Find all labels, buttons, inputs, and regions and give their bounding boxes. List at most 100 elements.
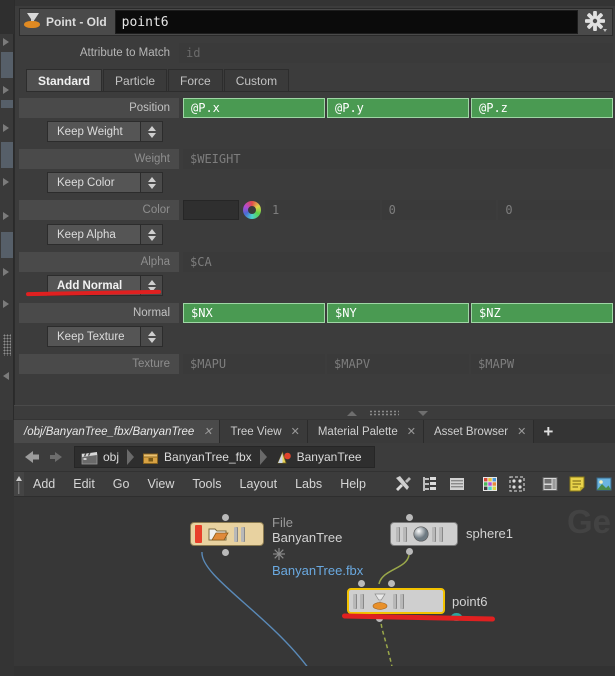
node-display-flag[interactable] [195,525,202,543]
arrow-right-icon[interactable] [44,447,68,467]
left-shelf-rail[interactable] [0,0,14,420]
node-output-dot[interactable] [406,548,413,555]
menu-view[interactable]: View [138,471,183,497]
node-body[interactable] [390,522,458,546]
hierarchy-icon[interactable] [421,475,439,493]
splitter-expand-down-icon[interactable] [418,411,428,416]
keep-texture-label: Keep Texture [47,326,141,347]
texture-u-input[interactable]: $MAPU [183,354,325,374]
rail-item-1[interactable] [1,52,13,78]
menu-layout[interactable]: Layout [231,471,287,497]
menu-edit[interactable]: Edit [64,471,104,497]
node-body-selected[interactable] [347,588,445,614]
new-pane-tab-button[interactable]: + [534,420,562,443]
position-z-input[interactable]: @P.z [471,98,613,118]
menu-add[interactable]: Add [24,471,64,497]
keep-color-label: Keep Color [47,172,141,193]
grid-select-icon[interactable] [508,475,526,493]
attribute-to-match-input[interactable]: id [179,43,613,63]
param-label-normal: Normal [19,303,179,323]
tools-icon[interactable] [394,475,412,493]
color-b-input[interactable]: 0 [498,200,614,220]
rail-expand-icon-1[interactable] [3,38,9,46]
position-x-input[interactable]: @P.x [183,98,325,118]
pane-splitter[interactable] [14,405,615,419]
close-icon[interactable]: ✕ [407,425,416,438]
rail-item-2[interactable] [1,100,13,108]
node-name-input[interactable]: point6 [114,10,578,34]
chevron-updown-icon[interactable] [141,172,163,193]
splitter-grip[interactable] [369,410,399,416]
tab-particle[interactable]: Particle [103,69,168,91]
color-swatch[interactable] [183,200,239,220]
splitter-expand-up-icon[interactable] [347,411,357,416]
alpha-input[interactable]: $CA [183,252,613,272]
menu-tools[interactable]: Tools [183,471,230,497]
chevron-updown-icon[interactable] [141,121,163,142]
rail-expand-icon-6[interactable] [3,268,9,276]
pane-tab-network[interactable]: /obj/BanyanTree_fbx/BanyanTree ✕ [14,420,221,443]
notes-icon[interactable] [568,475,586,493]
rail-item-4[interactable] [1,232,13,258]
pane-tab-asset-browser-label: Asset Browser [433,425,509,438]
arrow-left-icon[interactable] [20,447,44,467]
pane-tab-material-palette[interactable]: Material Palette ✕ [307,420,424,443]
keep-alpha-dropdown[interactable]: Keep Alpha [47,224,163,245]
breadcrumb-item-obj-label: obj [103,450,120,464]
node-input-dot[interactable] [222,514,229,521]
weight-input[interactable]: $WEIGHT [183,149,613,169]
menu-go[interactable]: Go [104,471,139,497]
color-r-input[interactable]: 1 [265,200,380,220]
rail-expand-icon-3[interactable] [3,124,9,132]
breadcrumb-item-banyantree[interactable]: BanyanTree [269,446,364,468]
keep-color-dropdown[interactable]: Keep Color [47,172,163,193]
rail-expand-icon-4[interactable] [3,178,9,186]
point-funnel-icon [20,9,46,35]
texture-v-input[interactable]: $MAPV [327,354,469,374]
gear-icon[interactable] [578,8,612,36]
network-pane-tabs: /obj/BanyanTree_fbx/BanyanTree ✕ Tree Vi… [14,419,615,443]
menu-labs[interactable]: Labs [286,471,331,497]
chevron-updown-icon[interactable] [141,326,163,347]
breadcrumb-item-banyantree-fbx-label: BanyanTree_fbx [164,450,252,464]
chevron-updown-icon[interactable] [141,224,163,245]
close-icon[interactable]: ✕ [291,425,300,438]
list-icon[interactable] [448,475,466,493]
network-canvas[interactable]: Ge File BanyanTree BanyanTree.fbx sphere… [14,497,615,676]
rail-item-3[interactable] [1,142,13,168]
texture-w-input[interactable]: $MAPW [471,354,613,374]
breadcrumb-item-banyantree-fbx[interactable]: BanyanTree_fbx [136,446,254,468]
keep-texture-dropdown[interactable]: Keep Texture [47,326,163,347]
close-icon[interactable]: ✕ [203,425,212,438]
rail-expand-icon-2[interactable] [3,86,9,94]
position-y-input[interactable]: @P.y [327,98,469,118]
menu-help[interactable]: Help [331,471,375,497]
rail-collapse-icon[interactable] [3,372,9,380]
node-output-dot[interactable] [222,549,229,556]
pane-tab-tree-view[interactable]: Tree View ✕ [220,420,308,443]
pane-tab-asset-browser[interactable]: Asset Browser ✕ [423,420,535,443]
image-icon[interactable] [595,475,613,493]
color-g-input[interactable]: 0 [381,200,497,220]
node-input-dot[interactable] [406,514,413,521]
tab-standard[interactable]: Standard [26,69,103,91]
keep-weight-dropdown[interactable]: Keep Weight [47,121,163,142]
breadcrumb-item-obj[interactable]: obj [75,446,121,468]
normal-y-input[interactable]: $NY [327,303,469,323]
rail-expand-icon-7[interactable] [3,300,9,308]
normal-x-input[interactable]: $NX [183,303,325,323]
tab-force[interactable]: Force [168,69,223,91]
tab-custom[interactable]: Custom [223,69,290,91]
close-icon[interactable]: ✕ [517,425,526,438]
color-palette-icon[interactable] [481,475,499,493]
rail-grip[interactable] [3,334,11,356]
color-wheel-icon[interactable] [241,200,263,220]
node-body[interactable] [190,522,264,546]
node-input-dot-2[interactable] [388,580,395,587]
param-row-normal: Normal $NX $NY $NZ [19,302,613,324]
menubar-drag-handle[interactable] [14,472,24,496]
rail-expand-icon-5[interactable] [3,212,9,220]
node-input-dot[interactable] [358,580,365,587]
layout-panes-icon[interactable] [541,475,559,493]
normal-z-input[interactable]: $NZ [471,303,613,323]
